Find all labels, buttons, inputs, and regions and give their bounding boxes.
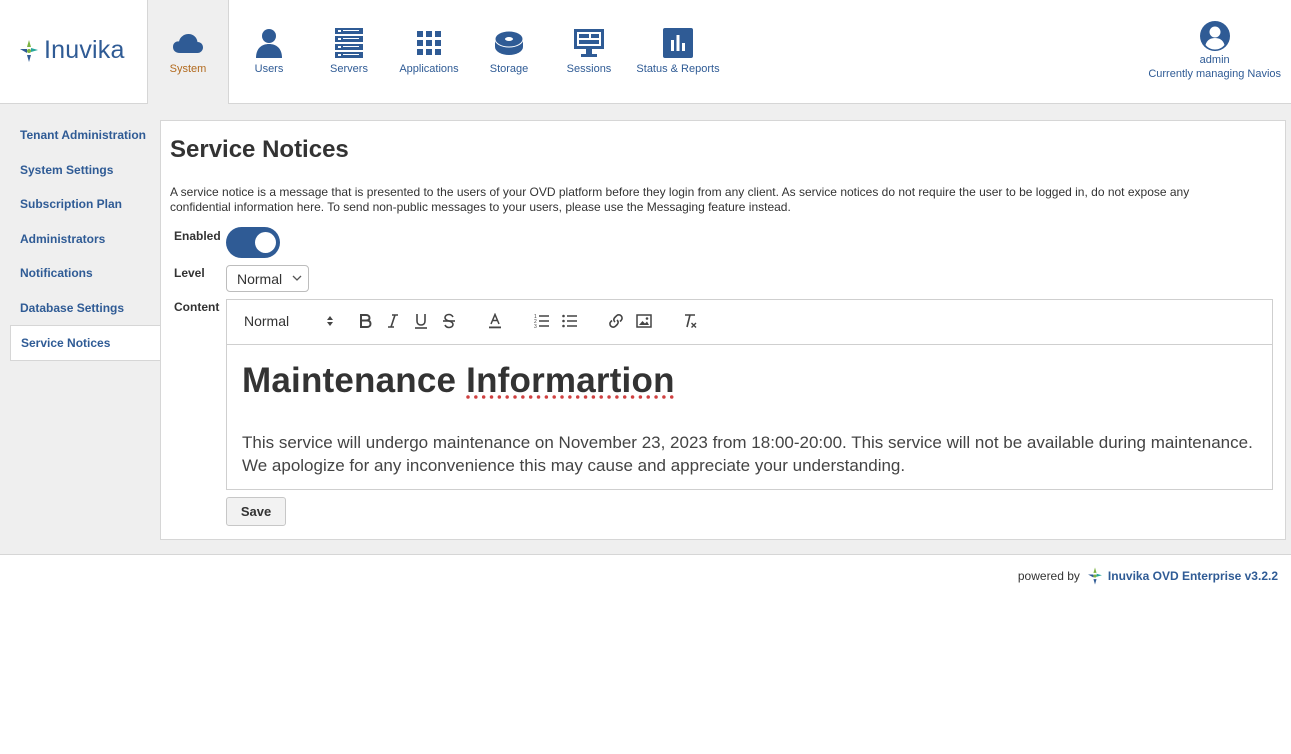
powered-by-label: powered by [1017,569,1080,583]
top-header: Inuvika System Users Servers Application… [0,0,1291,105]
sidebar-item-notifications[interactable]: Notifications [10,256,160,291]
nav-storage[interactable]: Storage [479,0,539,104]
sidebar-item-administrators[interactable]: Administrators [10,222,160,257]
bold-icon [360,314,372,328]
ordered-list-icon: 1 2 3 [534,314,549,329]
underline-icon [415,314,427,329]
nav-sessions-label: Sessions [566,63,612,75]
bold-button[interactable] [355,311,375,331]
strikethrough-icon [443,313,455,329]
nav-storage-label: Storage [489,63,529,75]
logo-text: Inuvika [44,36,125,64]
underline-button[interactable] [411,311,431,331]
sidebar-item-service-notices[interactable]: Service Notices [10,325,160,361]
nav-servers[interactable]: Servers [319,0,379,104]
image-button[interactable] [634,311,654,331]
content-area: Tenant Administration System Settings Su… [0,104,1291,555]
level-select-value: Normal [237,270,283,287]
notice-body-text: This service will undergo maintenance on… [242,433,1253,475]
clear-formatting-icon [685,314,697,328]
enabled-label: Enabled [174,229,221,243]
text-color-button[interactable] [485,311,505,331]
chevron-down-icon [292,275,302,281]
service-notices-panel: Service Notices A service notice is a me… [160,120,1286,540]
user-menu[interactable]: admin Currently managing Navios [1148,20,1281,80]
level-label: Level [174,266,205,280]
enabled-toggle[interactable] [226,227,280,258]
bullet-list-icon [562,314,577,328]
italic-button[interactable] [383,311,403,331]
sidebar: Tenant Administration System Settings Su… [10,118,160,361]
product-version-link[interactable]: Inuvika OVD Enterprise v3.2.2 [1108,569,1278,583]
nav-status-reports-label: Status & Reports [636,63,720,75]
sidebar-item-subscription-plan[interactable]: Subscription Plan [10,187,160,222]
bullet-list-button[interactable] [560,311,580,331]
image-icon [636,314,652,328]
editor-content[interactable]: Maintenance Informartion This service wi… [227,345,1272,493]
strikethrough-button[interactable] [439,311,459,331]
account-icon [1199,21,1230,51]
sidebar-item-database-settings[interactable]: Database Settings [10,291,160,326]
user-icon [256,29,282,58]
server-icon [335,28,363,58]
nav-users-label: Users [254,63,284,75]
disk-icon [494,30,524,55]
nav-system-label: System [169,63,207,75]
page-description: A service notice is a message that is pr… [170,185,1190,214]
rich-text-editor: Normal 1 2 3 Maintenance Informartion Th… [226,299,1273,490]
page-title: Service Notices [170,136,349,163]
svg-text:3: 3 [534,324,537,329]
nav-system[interactable]: System [147,0,229,105]
level-select[interactable]: Normal [226,265,309,292]
ordered-list-button[interactable]: 1 2 3 [532,311,552,331]
text-color-icon [489,313,501,329]
clear-formatting-button[interactable] [680,311,700,331]
nav-servers-label: Servers [330,63,368,75]
link-button[interactable] [606,311,626,331]
nav-status-reports[interactable]: Status & Reports [633,0,723,104]
format-select-value: Normal [244,313,290,329]
nav-applications[interactable]: Applications [394,0,464,104]
italic-icon [388,314,398,328]
toggle-knob [255,232,276,253]
notice-heading-word-2: Informartion [466,361,675,400]
user-name: admin [1199,54,1230,66]
logo-mark-icon [20,39,38,62]
save-button[interactable]: Save [226,497,286,526]
sidebar-item-system-settings[interactable]: System Settings [10,153,160,188]
link-icon [609,314,623,328]
footer: powered by Inuvika OVD Enterprise v3.2.2 [1018,566,1278,586]
editor-toolbar: Normal 1 2 3 [227,300,1272,345]
logo-mark-icon [1087,567,1102,585]
grid-icon [417,31,441,55]
notice-heading-word-1: Maintenance [242,361,457,400]
bar-chart-icon [663,28,693,58]
notice-heading: Maintenance Informartion [242,361,1257,401]
sidebar-item-tenant-administration[interactable]: Tenant Administration [10,118,160,153]
nav-applications-label: Applications [399,63,459,75]
inuvika-logo[interactable]: Inuvika [18,36,125,65]
nav-sessions[interactable]: Sessions [559,0,619,104]
nav-users[interactable]: Users [239,0,299,104]
format-select[interactable]: Normal [244,311,334,331]
up-down-arrows-icon [327,316,333,326]
cloud-icon [173,34,203,53]
monitor-icon [574,29,604,57]
managing-tenant: Currently managing Navios [1148,68,1281,80]
content-label: Content [174,300,220,314]
